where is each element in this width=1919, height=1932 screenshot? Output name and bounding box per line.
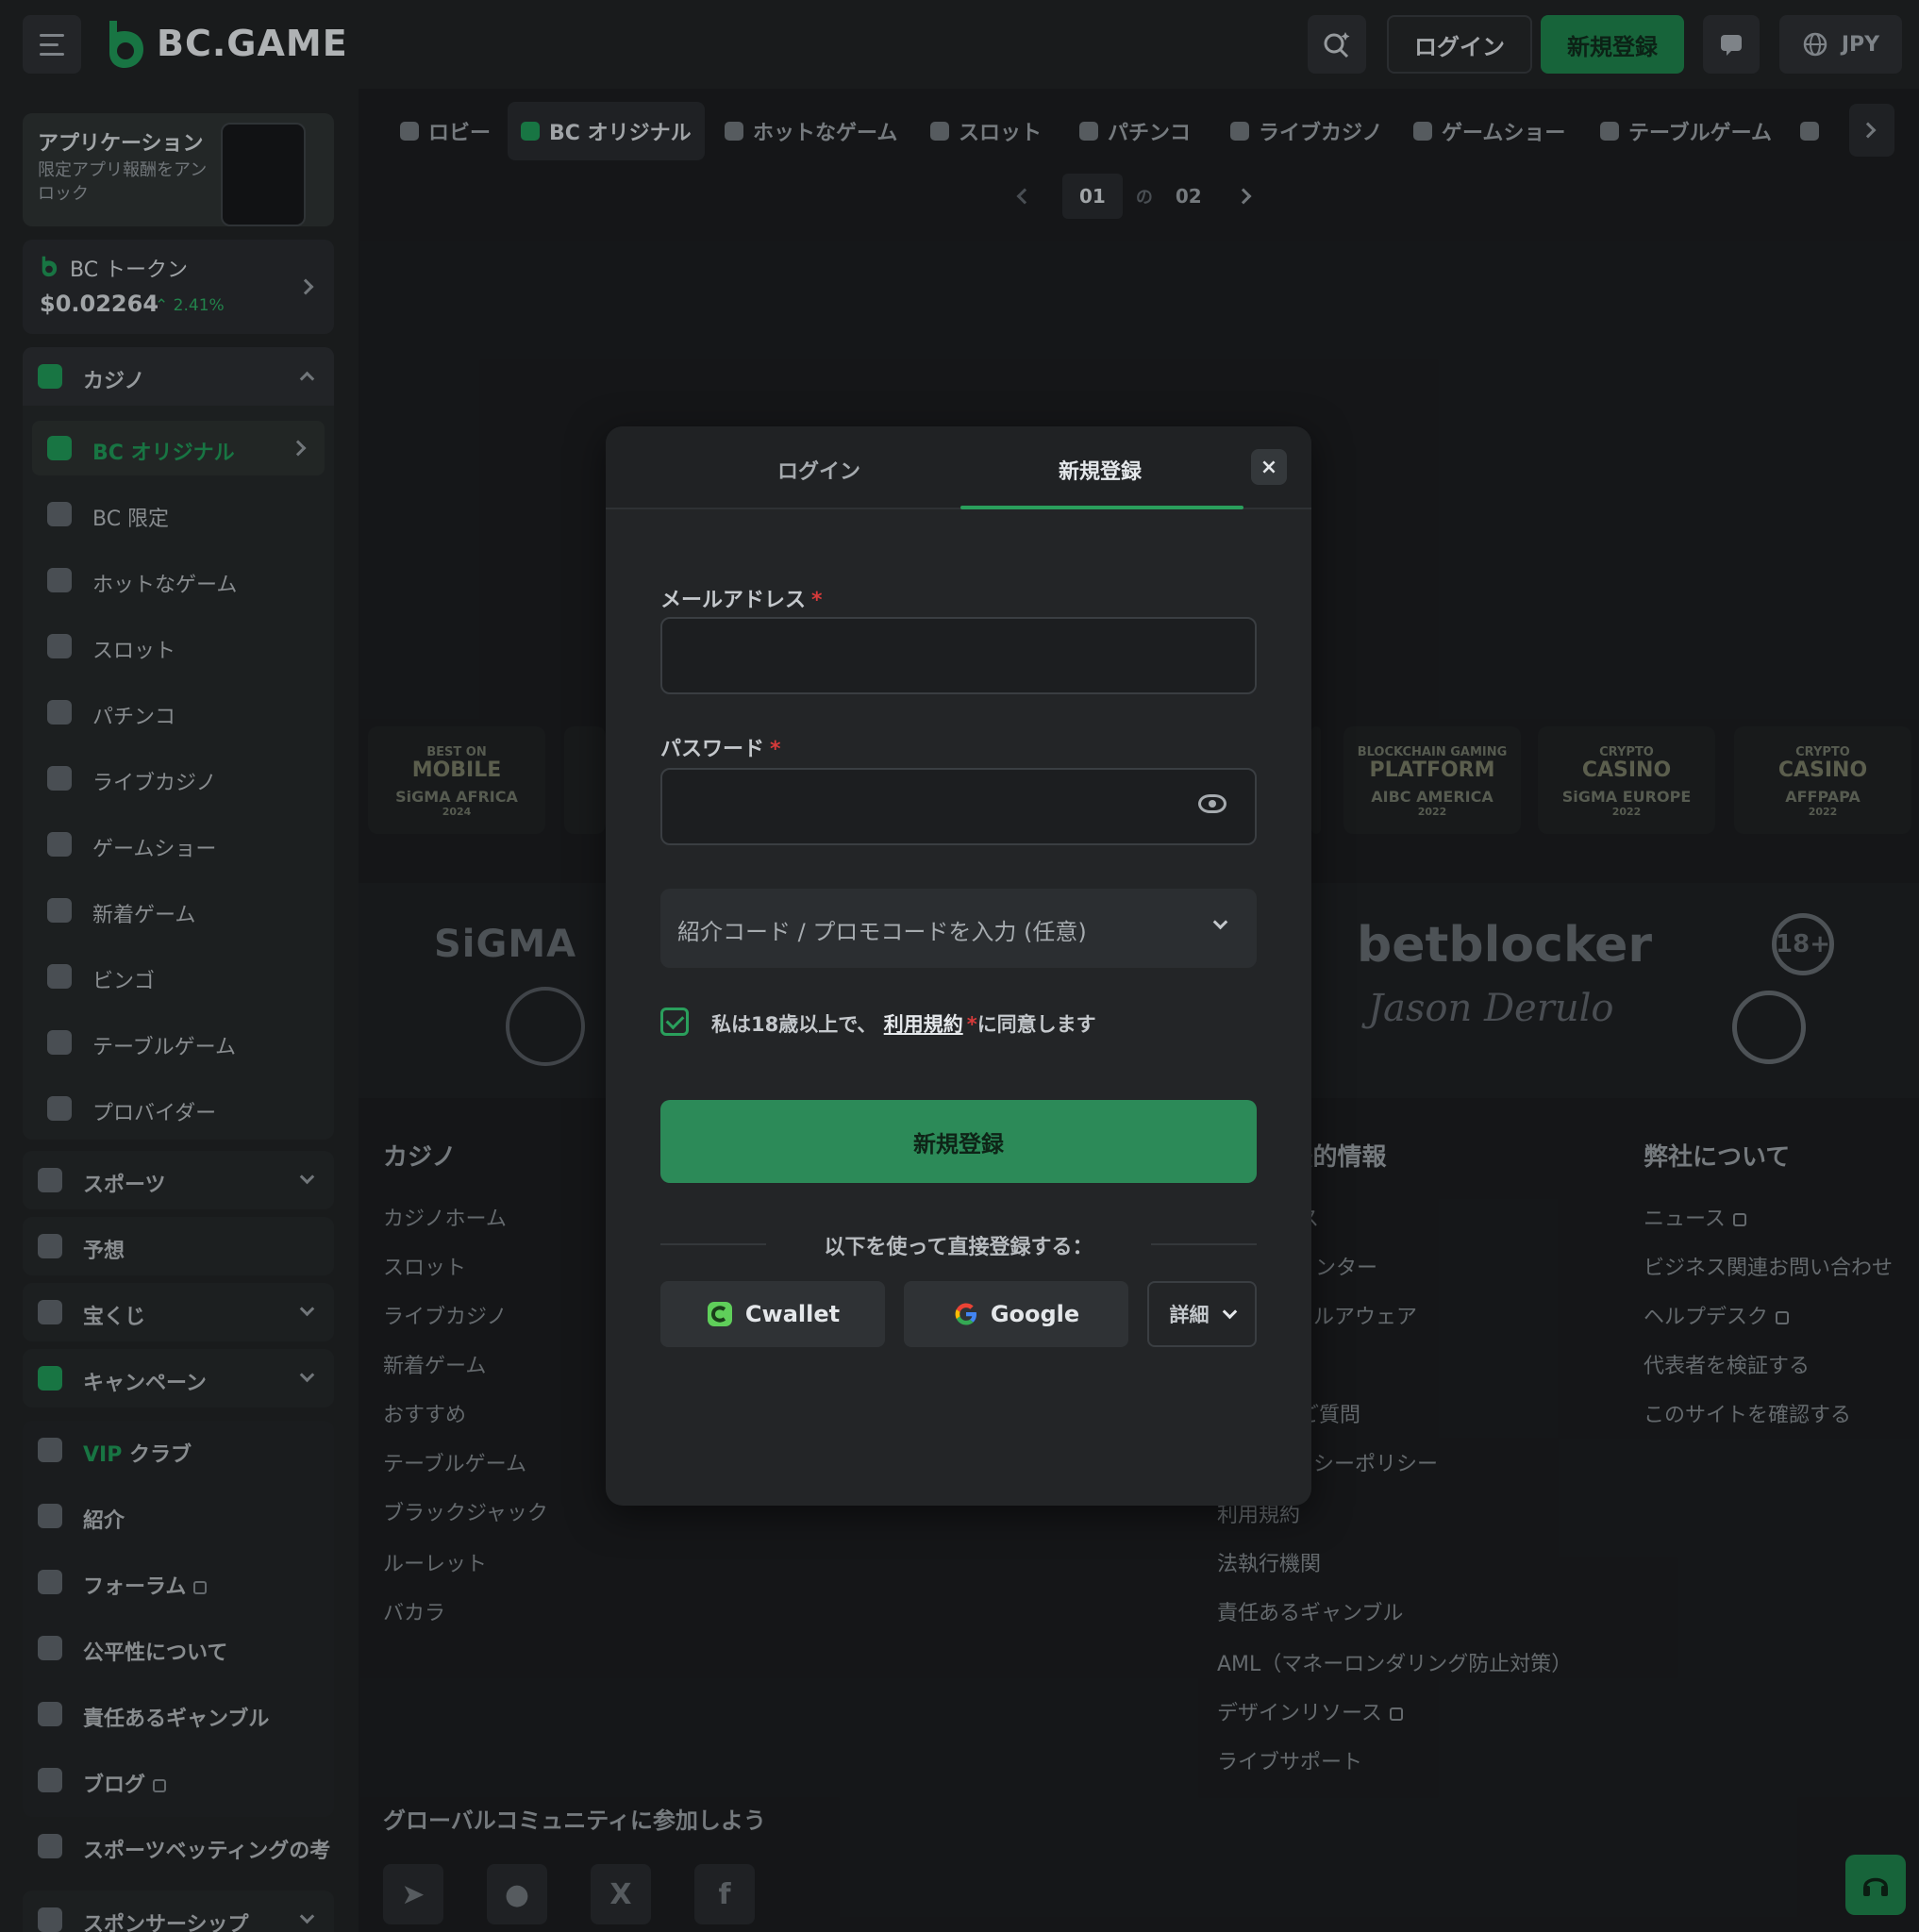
cwallet-button[interactable]: Cwallet: [660, 1281, 885, 1347]
google-icon: [955, 1303, 976, 1325]
google-label: Google: [990, 1301, 1080, 1327]
tab-register[interactable]: 新規登録: [1059, 455, 1142, 485]
more-login-options-button[interactable]: 詳細: [1147, 1281, 1257, 1347]
password-label-text: パスワード: [660, 738, 765, 761]
close-icon: ×: [1260, 455, 1278, 479]
active-tab-indicator: [960, 506, 1243, 509]
agree-suffix: に同意します: [976, 1013, 1096, 1036]
close-button[interactable]: ×: [1251, 449, 1287, 485]
more-label: 詳細: [1169, 1304, 1210, 1326]
register-modal: ログイン 新規登録 × メールアドレス * パスワード * 紹介コード / プロモコ…: [606, 426, 1311, 1506]
cwallet-icon: [707, 1302, 732, 1326]
required-mark: *: [770, 738, 781, 761]
promo-code-dropdown[interactable]: 紹介コード / プロモコードを入力 (任意): [660, 889, 1257, 968]
terms-link[interactable]: 利用規約: [884, 1013, 963, 1036]
agree-prefix: 私は18歳以上で、: [711, 1013, 877, 1036]
social-login-caption: 以下を使って直接登録する：: [824, 1236, 1093, 1259]
password-field[interactable]: [660, 768, 1257, 845]
tab-login[interactable]: ログイン: [777, 455, 860, 485]
promo-code-label: 紹介コード / プロモコードを入力 (任意): [677, 919, 1087, 945]
chevron-down-icon: [1212, 914, 1228, 930]
cwallet-label: Cwallet: [744, 1301, 841, 1327]
chevron-down-icon: [1222, 1304, 1237, 1319]
password-label: パスワード *: [660, 732, 781, 762]
age-terms-checkbox[interactable]: [660, 1008, 689, 1036]
required-mark: *: [966, 1013, 977, 1036]
submit-register-button[interactable]: 新規登録: [660, 1100, 1257, 1183]
google-button[interactable]: Google: [904, 1281, 1128, 1347]
email-label: メールアドレス *: [660, 583, 823, 613]
email-field[interactable]: [660, 617, 1257, 694]
eye-icon[interactable]: [1198, 794, 1226, 813]
required-mark: *: [811, 589, 823, 612]
age-terms-text: 私は18歳以上で、 利用規約 *に同意します: [711, 1009, 1096, 1038]
modal-tabs: ログイン 新規登録 ×: [606, 426, 1311, 509]
email-label-text: メールアドレス: [660, 589, 807, 612]
